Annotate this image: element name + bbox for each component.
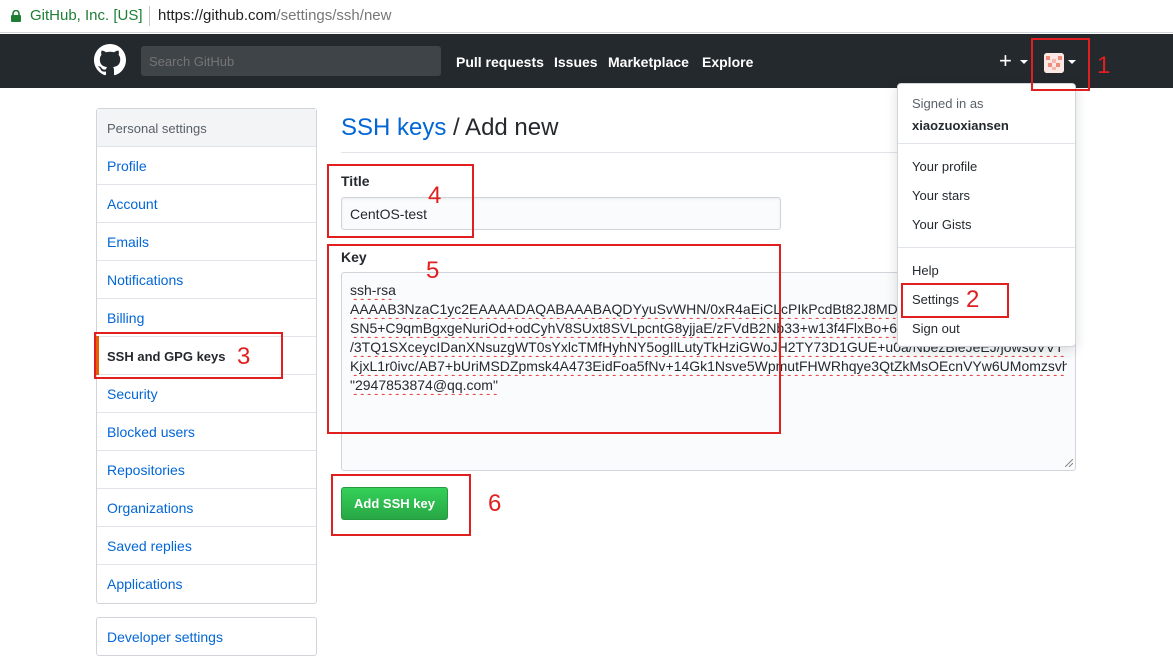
menu-item-sign-out[interactable]: Sign out bbox=[912, 321, 960, 336]
annotation-box-3 bbox=[94, 332, 283, 379]
breadcrumb-ssh-keys-link[interactable]: SSH keys bbox=[341, 114, 446, 141]
annotation-box-1 bbox=[1031, 38, 1090, 91]
annotation-number-1: 1 bbox=[1097, 52, 1111, 79]
url-text[interactable]: https://github.com/settings/ssh/new bbox=[158, 7, 391, 24]
annotation-number-6: 6 bbox=[488, 490, 502, 517]
sidebar-item-notifications[interactable]: Notifications bbox=[97, 261, 316, 299]
nav-explore[interactable]: Explore bbox=[702, 54, 753, 70]
signed-in-username[interactable]: xiaozuoxiansen bbox=[912, 118, 1009, 133]
sidebar-item-account[interactable]: Account bbox=[97, 185, 316, 223]
resize-handle-icon[interactable] bbox=[1065, 459, 1073, 467]
nav-pull-requests[interactable]: Pull requests bbox=[456, 54, 544, 70]
nav-marketplace[interactable]: Marketplace bbox=[608, 54, 689, 70]
sidebar-item-profile[interactable]: Profile bbox=[97, 147, 316, 185]
menu-divider bbox=[898, 247, 1075, 248]
address-separator bbox=[149, 6, 150, 26]
lock-icon bbox=[11, 10, 21, 22]
menu-item-your-gists[interactable]: Your Gists bbox=[912, 217, 972, 232]
menu-item-your-profile[interactable]: Your profile bbox=[912, 159, 977, 174]
annotation-box-5 bbox=[327, 244, 781, 434]
sidebar-heading: Personal settings bbox=[97, 109, 316, 147]
browser-address-bar[interactable]: GitHub, Inc. [US] https://github.com/set… bbox=[0, 0, 1173, 33]
sidebar-item-security[interactable]: Security bbox=[97, 375, 316, 413]
create-new-plus-icon[interactable]: + bbox=[999, 48, 1012, 74]
url-path: /settings/ssh/new bbox=[276, 7, 392, 24]
secure-site-label: GitHub, Inc. [US] bbox=[30, 7, 143, 24]
annotation-box-4 bbox=[327, 164, 474, 238]
sidebar-item-developer-settings[interactable]: Developer settings bbox=[96, 617, 317, 656]
annotation-box-6 bbox=[331, 474, 471, 536]
page-title: SSH keys / Add new bbox=[341, 114, 558, 142]
sidebar-item-blocked-users[interactable]: Blocked users bbox=[97, 413, 316, 451]
menu-item-your-stars[interactable]: Your stars bbox=[912, 188, 970, 203]
menu-divider bbox=[898, 143, 1075, 144]
sidebar-item-applications[interactable]: Applications bbox=[97, 565, 316, 603]
page-title-rest: / Add new bbox=[446, 114, 559, 141]
sidebar-item-repositories[interactable]: Repositories bbox=[97, 451, 316, 489]
annotation-box-2 bbox=[901, 283, 1009, 318]
sidebar-item-organizations[interactable]: Organizations bbox=[97, 489, 316, 527]
sidebar-item-saved-replies[interactable]: Saved replies bbox=[97, 527, 316, 565]
annotation-number-4: 4 bbox=[428, 182, 442, 209]
github-logo-icon[interactable] bbox=[94, 44, 126, 76]
nav-issues[interactable]: Issues bbox=[554, 54, 598, 70]
signed-in-label: Signed in as bbox=[912, 96, 984, 111]
github-header: Pull requests Issues Marketplace Explore… bbox=[0, 34, 1173, 88]
url-host: https://github.com bbox=[158, 7, 277, 24]
annotation-number-3: 3 bbox=[237, 343, 251, 370]
sidebar-item-emails[interactable]: Emails bbox=[97, 223, 316, 261]
annotation-number-5: 5 bbox=[426, 257, 440, 284]
annotation-number-2: 2 bbox=[966, 286, 980, 313]
search-input[interactable] bbox=[141, 46, 441, 76]
caret-down-icon bbox=[1020, 60, 1028, 64]
menu-item-help[interactable]: Help bbox=[912, 263, 939, 278]
